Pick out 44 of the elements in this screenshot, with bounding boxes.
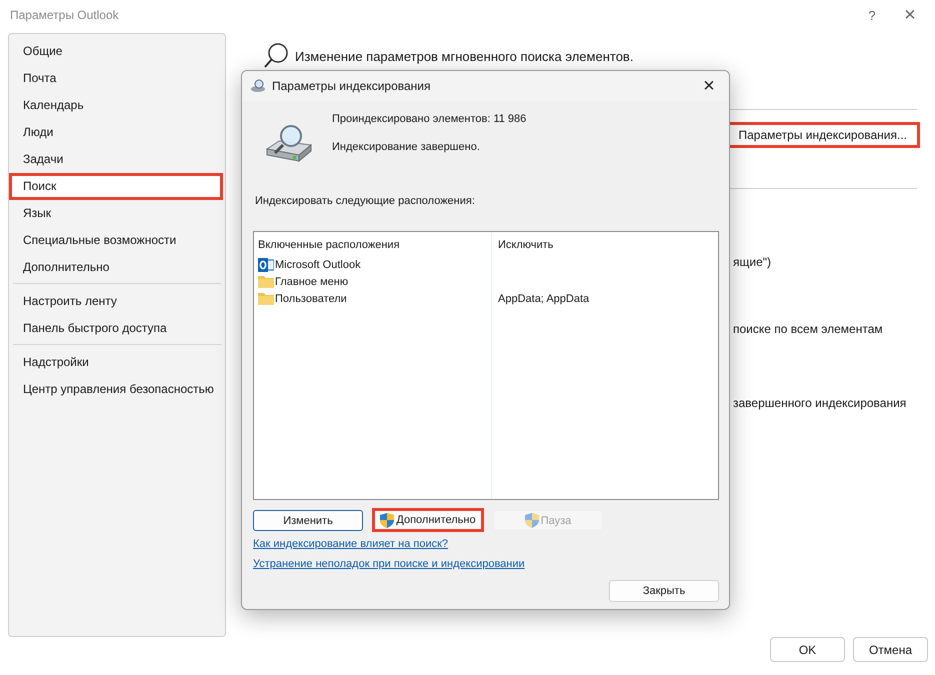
location-name: Пользователи — [275, 292, 347, 304]
close-dialog-button[interactable]: Закрыть — [609, 580, 719, 602]
search-icon — [263, 42, 289, 70]
location-name: Главное меню — [275, 276, 348, 288]
mail-app-icon — [258, 258, 274, 272]
indexing-icon — [250, 79, 266, 93]
window-title: Параметры Outlook — [10, 8, 119, 22]
sidebar-item[interactable]: Поиск — [9, 173, 223, 200]
sidebar-item[interactable]: Специальные возможности — [13, 227, 221, 254]
indexed-count-text: Проиндексировано элементов: 11 986 — [332, 113, 526, 125]
column-header[interactable]: Включенные расположения — [258, 234, 491, 256]
column-header[interactable]: Исключить — [498, 234, 718, 256]
sidebar-item[interactable]: Календарь — [13, 92, 221, 120]
locations-label: Индексировать следующие расположения: — [255, 194, 476, 209]
sidebar-item[interactable]: Надстройки — [13, 349, 221, 376]
dialog-button[interactable]: Дополнительно — [372, 508, 484, 532]
sidebar-item[interactable]: Центр управления безопасностью — [13, 376, 221, 404]
excluded-folders: AppData; AppData — [498, 292, 590, 304]
dialog-button[interactable]: OK — [770, 637, 845, 662]
help-link[interactable]: Устранение неполадок при поиске и индексировании — [253, 558, 525, 572]
section-heading: Изменение параметров мгновенного поиска элементов. — [295, 48, 634, 64]
close-button[interactable]: × — [891, 1, 929, 30]
sidebar-item[interactable]: Настроить ленту — [13, 288, 221, 316]
dialog-title: Параметры индексирования — [272, 79, 432, 93]
status-text: Индексирование завершено. — [332, 141, 481, 153]
sidebar-item[interactable]: Дополнительно — [13, 254, 221, 282]
sidebar-item[interactable]: Общие — [13, 38, 221, 66]
option-text: ящие") — [733, 255, 772, 270]
folder-icon — [258, 292, 274, 305]
drive-search-icon — [265, 123, 313, 165]
sidebar-item[interactable]: Панель быстрого доступа — [13, 315, 221, 342]
option-text: завершенного индексирования — [733, 396, 906, 410]
sidebar-item[interactable]: Почта — [13, 65, 221, 92]
dialog-button[interactable]: Изменить — [253, 510, 363, 531]
folder-icon — [258, 275, 274, 288]
sidebar-item[interactable]: Люди — [13, 119, 221, 146]
option-text: поиске по всем элементам — [733, 322, 883, 336]
help-button[interactable]: ? — [853, 1, 891, 30]
dialog-button[interactable]: Отмена — [853, 637, 928, 662]
help-link[interactable]: Как индексирование влияет на поиск? — [253, 538, 448, 552]
sidebar-item[interactable]: Задачи — [13, 146, 221, 174]
sidebar-item[interactable]: Язык — [13, 200, 221, 228]
close-button[interactable]: × — [689, 71, 729, 101]
location-name: Microsoft Outlook — [275, 258, 361, 270]
